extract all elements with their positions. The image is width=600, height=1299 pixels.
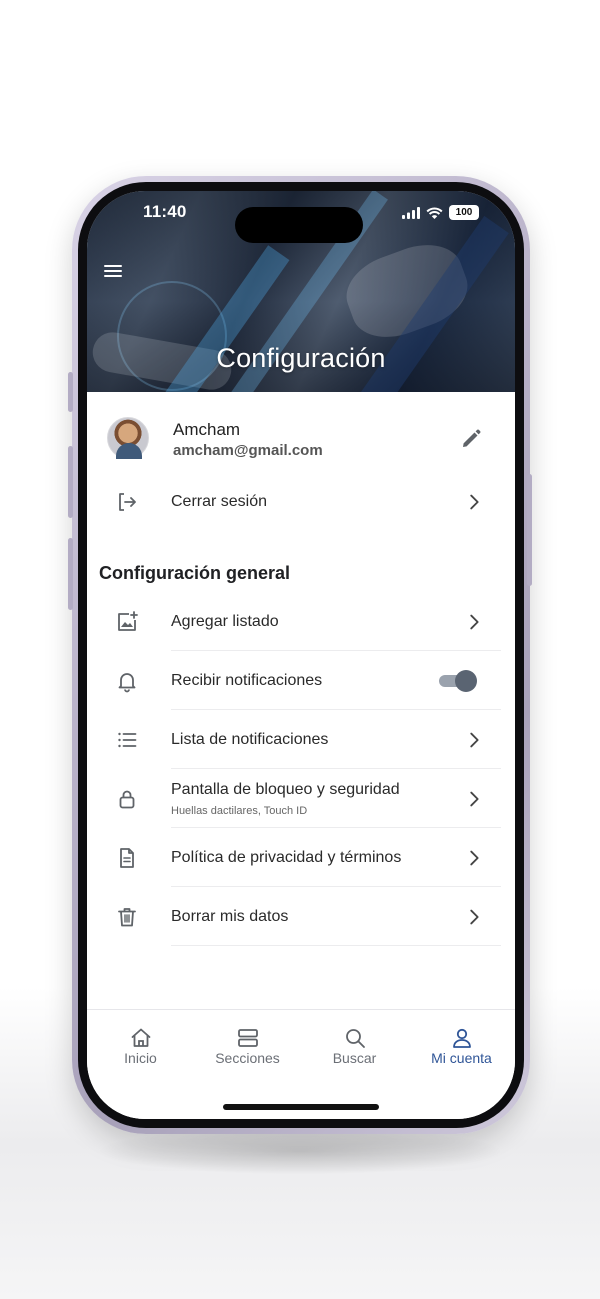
toggle-knob bbox=[455, 670, 477, 692]
logout-label: Cerrar sesión bbox=[171, 493, 268, 510]
status-indicators: 100 bbox=[402, 205, 479, 220]
logout-icon bbox=[119, 493, 136, 511]
user-icon bbox=[452, 1028, 471, 1048]
document-icon bbox=[120, 848, 134, 868]
avatar bbox=[107, 417, 149, 459]
lock-screen-label: Pantalla de bloqueo y seguridad bbox=[171, 781, 400, 798]
row-divider bbox=[171, 886, 501, 887]
nav-label-secciones: Secciones bbox=[215, 1050, 280, 1066]
power-button bbox=[527, 474, 532, 586]
lock-screen-sublabel: Huellas dactilares, Touch ID bbox=[171, 805, 308, 817]
hamburger-menu-icon[interactable] bbox=[101, 259, 125, 283]
header-banner: 11:40 100 Configuración bbox=[87, 191, 515, 392]
wifi-icon bbox=[426, 207, 443, 219]
add-photo-icon bbox=[118, 611, 138, 631]
volume-up-button bbox=[68, 446, 73, 518]
signal-icon bbox=[402, 206, 420, 219]
profile-name: Amcham bbox=[173, 420, 241, 439]
dynamic-island bbox=[235, 207, 363, 243]
row-divider bbox=[171, 945, 501, 946]
nav-label-buscar: Buscar bbox=[332, 1050, 377, 1066]
action-button bbox=[68, 372, 73, 412]
profile-email: amcham@gmail.com bbox=[173, 442, 323, 459]
home-indicator[interactable] bbox=[223, 1104, 379, 1110]
add-listing-row[interactable]: Agregar listado bbox=[87, 593, 515, 651]
app-screen: 11:40 100 Configuración Amcham amcham@gm… bbox=[87, 191, 515, 1119]
chevron-right-icon bbox=[470, 909, 479, 925]
home-icon bbox=[131, 1028, 150, 1047]
chevron-right-icon bbox=[470, 850, 479, 866]
edit-pencil-icon[interactable] bbox=[459, 427, 483, 451]
lock-icon bbox=[119, 790, 135, 809]
nav-item-mi-cuenta[interactable]: Mi cuenta bbox=[408, 1010, 515, 1076]
logout-row[interactable]: Cerrar sesión bbox=[87, 473, 515, 531]
nav-item-inicio[interactable]: Inicio bbox=[87, 1010, 194, 1076]
search-icon bbox=[345, 1029, 365, 1048]
list-icon bbox=[118, 732, 137, 748]
chevron-right-icon bbox=[470, 614, 479, 630]
profile-row: Amcham amcham@gmail.com bbox=[87, 403, 515, 475]
delete-data-row[interactable]: Borrar mis datos bbox=[87, 888, 515, 946]
nav-item-buscar[interactable]: Buscar bbox=[301, 1010, 408, 1076]
chevron-right-icon bbox=[470, 494, 479, 510]
receive-notifications-row: Recibir notificaciones bbox=[87, 652, 515, 710]
section-title-general: Configuración general bbox=[99, 563, 291, 583]
notifications-list-label: Lista de notificaciones bbox=[171, 731, 329, 748]
row-divider bbox=[171, 768, 501, 769]
nav-label-inicio: Inicio bbox=[124, 1050, 157, 1066]
chevron-right-icon bbox=[470, 791, 479, 807]
nav-item-secciones[interactable]: Secciones bbox=[194, 1010, 301, 1076]
bottom-navigation: Inicio Secciones Buscar Mi cuenta bbox=[87, 1009, 515, 1119]
row-divider bbox=[171, 709, 501, 710]
phone-shadow bbox=[100, 1128, 500, 1174]
lock-screen-row[interactable]: Pantalla de bloqueo y seguridad Huellas … bbox=[87, 770, 515, 828]
battery-indicator: 100 bbox=[449, 205, 479, 220]
notifications-list-row[interactable]: Lista de notificaciones bbox=[87, 711, 515, 769]
privacy-policy-row[interactable]: Política de privacidad y términos bbox=[87, 829, 515, 887]
row-divider bbox=[171, 827, 501, 828]
page-title: Configuración bbox=[216, 343, 386, 373]
receive-notifications-label: Recibir notificaciones bbox=[171, 672, 323, 689]
delete-data-label: Borrar mis datos bbox=[171, 908, 289, 925]
privacy-policy-label: Política de privacidad y términos bbox=[171, 849, 402, 866]
bell-icon bbox=[118, 673, 136, 693]
status-time: 11:40 bbox=[143, 202, 187, 221]
volume-down-button bbox=[68, 538, 73, 610]
sections-icon bbox=[237, 1029, 258, 1047]
trash-icon bbox=[118, 908, 136, 927]
notifications-toggle[interactable] bbox=[439, 670, 477, 692]
add-listing-label: Agregar listado bbox=[171, 613, 279, 630]
row-divider bbox=[171, 650, 501, 651]
chevron-right-icon bbox=[470, 732, 479, 748]
nav-label-mi-cuenta: Mi cuenta bbox=[431, 1050, 492, 1066]
